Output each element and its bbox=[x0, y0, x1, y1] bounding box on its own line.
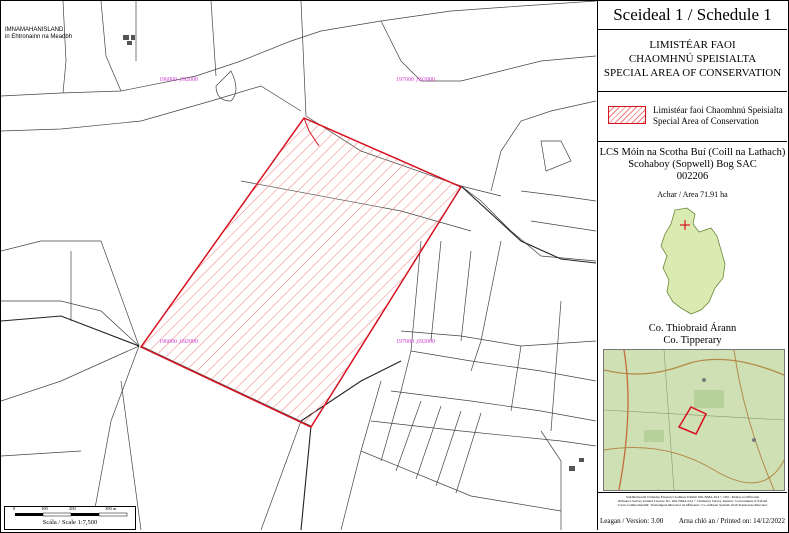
grid-label: 196000 ,692000 bbox=[159, 339, 198, 345]
legend-label-irish: Limistéar faoi Chaomhnú Speisialta bbox=[653, 105, 783, 115]
legend-label: Limistéar faoi Chaomhnú Speisialta Speci… bbox=[653, 105, 783, 127]
county-name: Co. Thiobraid Árann Co. Tipperary bbox=[598, 323, 787, 347]
county-english: Co. Tipperary bbox=[663, 335, 722, 346]
designation-line: LIMISTÉAR FAOI bbox=[649, 39, 736, 51]
scale-tick: 300 m bbox=[105, 506, 117, 511]
site-code: 002206 bbox=[676, 171, 709, 182]
legend-label-english: Special Area of Conservation bbox=[653, 116, 759, 126]
scale-tick: 200 bbox=[69, 506, 76, 511]
site-name-irish: LCS Móin na Scotha Buí (Coill na Lathach… bbox=[599, 147, 786, 158]
legend-swatch bbox=[608, 106, 646, 124]
designation-block: LIMISTÉAR FAOI CHAOMHNÚ SPEISIALTA SPECI… bbox=[598, 30, 787, 92]
grid-label: 197000 ,692000 bbox=[396, 77, 435, 83]
scale-tick: 100 bbox=[41, 506, 48, 511]
credits: Suirbhéireacht Ordanáis Éireann Ceadúnas… bbox=[598, 492, 787, 512]
place-label-irish: in Ehtronainn na Meadbh bbox=[5, 34, 72, 40]
county-locator-map bbox=[660, 207, 726, 315]
schedule-title: Sceideal 1 / Schedule 1 bbox=[598, 1, 787, 30]
sac-boundary[interactable] bbox=[139, 117, 463, 428]
designation-line: SPECIAL AREA OF CONSERVATION bbox=[603, 67, 782, 79]
legend: Limistéar faoi Chaomhnú Speisialta Speci… bbox=[598, 93, 787, 142]
grid-label: 196000 ,692000 bbox=[159, 77, 198, 83]
map-area[interactable]: 196000 ,692000 197000 ,692000 196000 ,69… bbox=[1, 1, 596, 530]
info-panel: Sceideal 1 / Schedule 1 LIMISTÉAR FAOI C… bbox=[597, 1, 787, 530]
grid-label: 197000 ,692000 bbox=[396, 339, 435, 345]
site-area: Achar / Area 71.91 ha bbox=[657, 190, 728, 199]
site-info: LCS Móin na Scotha Buí (Coill na Lathach… bbox=[598, 147, 787, 183]
designation-line: CHAOMHNÚ SPEISIALTA bbox=[628, 53, 757, 65]
version-text: Leagan / Version: 3.00 bbox=[600, 517, 664, 525]
location-inset-map bbox=[603, 349, 785, 491]
scale-bar: 0 100 200 300 m Scála / Scale 1:7,500 bbox=[4, 506, 136, 530]
county-irish: Co. Thiobraid Árann bbox=[648, 323, 737, 334]
scale-tick: 0 bbox=[13, 506, 16, 511]
inset-svg bbox=[604, 350, 784, 490]
scale-label: Scála / Scale 1:7,500 bbox=[42, 519, 98, 526]
site-name-english: Scohaboy (Sopwell) Bog SAC bbox=[628, 159, 757, 170]
credit-line: Córas Comhordanáidí: Trasteilgean Mercat… bbox=[617, 503, 768, 507]
printed-date: Arna chló an / Printed on: 14/12/2022 bbox=[678, 517, 785, 525]
basemap-svg: 196000 ,692000 197000 ,692000 196000 ,69… bbox=[1, 1, 596, 530]
place-label: IMNAMAHANISLAND bbox=[5, 27, 64, 33]
